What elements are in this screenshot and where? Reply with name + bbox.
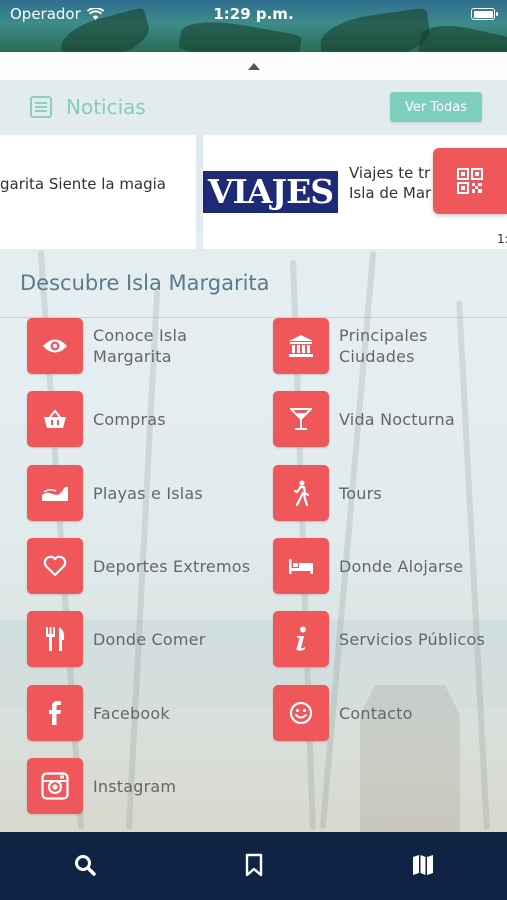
menu-button[interactable] — [27, 391, 83, 447]
menu-item-label: Facebook — [93, 703, 170, 723]
view-all-button[interactable]: Ver Todas — [390, 92, 482, 122]
news-overflow-text: 1: — [497, 232, 507, 246]
menu-item-facebook[interactable]: Facebook — [27, 685, 170, 741]
menu-button[interactable] — [27, 538, 83, 594]
menu-item-label: Donde Alojarse — [339, 556, 464, 576]
menu-item-deportes[interactable]: Deportes Extremos — [27, 538, 250, 594]
walking-icon — [293, 480, 310, 506]
menu-item-label: Principales Ciudades — [339, 325, 428, 367]
menu-item-label: Vida Nocturna — [339, 409, 455, 429]
battery-icon — [471, 8, 498, 20]
bottom-tab-bar — [0, 832, 507, 900]
menu-item-label: Playas e Islas — [93, 483, 203, 503]
menu-button[interactable] — [273, 538, 329, 594]
news-header: Noticias Ver Todas — [0, 80, 507, 135]
menu-button[interactable] — [27, 685, 83, 741]
menu-item-playas[interactable]: Playas e Islas — [27, 465, 203, 521]
news-card-text: Viajes te tr Isla de Mar — [349, 163, 431, 203]
status-bar: Operador 1:29 p.m. — [0, 0, 507, 52]
bookmark-icon — [245, 853, 263, 877]
menu-item-tours[interactable]: Tours — [273, 465, 382, 521]
menu-item-vida-nocturna[interactable]: Vida Nocturna — [273, 391, 455, 447]
menu-item-label: Conoce Isla Margarita — [93, 325, 187, 367]
collapse-handle[interactable] — [0, 52, 507, 80]
label-line1: Conoce Isla — [93, 326, 188, 345]
search-icon — [75, 855, 96, 876]
news-card-text: garita Siente la magia — [0, 175, 167, 193]
news-card-text-line1: Viajes te tr — [349, 164, 431, 182]
menu-item-label: Instagram — [93, 776, 177, 796]
wave-icon — [42, 486, 68, 501]
menu-item-label: Deportes Extremos — [93, 556, 251, 576]
qr-scan-button[interactable] — [433, 148, 507, 214]
bed-icon — [289, 559, 313, 574]
menu-button[interactable] — [27, 318, 83, 374]
section-title: Descubre Isla Margarita — [20, 271, 270, 295]
menu-item-compras[interactable]: Compras — [27, 391, 166, 447]
menu-button[interactable] — [27, 465, 83, 521]
newspaper-icon — [30, 96, 52, 118]
building-icon — [289, 335, 313, 357]
cutlery-icon — [46, 627, 65, 651]
instagram-icon — [41, 772, 69, 800]
menu-item-label: Contacto — [339, 703, 413, 723]
menu-button[interactable] — [273, 611, 329, 667]
menu-button[interactable] — [273, 685, 329, 741]
facebook-icon — [49, 701, 61, 725]
map-icon — [413, 855, 433, 875]
menu-item-contacto[interactable]: Contacto — [273, 685, 413, 741]
basket-icon — [44, 409, 66, 428]
tab-map[interactable] — [408, 850, 438, 880]
menu-item-label: Compras — [93, 409, 166, 429]
news-card-logo: VIAJES — [203, 171, 338, 213]
menu-item-label: Servicios Públicos — [339, 629, 486, 649]
smile-icon — [289, 701, 313, 725]
menu-button[interactable] — [273, 318, 329, 374]
label-line2: Margarita — [93, 347, 172, 366]
menu-item-servicios[interactable]: Servicios Públicos — [273, 611, 485, 667]
news-title: Noticias — [66, 95, 146, 119]
menu-item-conoce[interactable]: Conoce Isla Margarita — [27, 318, 187, 374]
label-line1: Principales — [339, 326, 428, 345]
menu-item-alojarse[interactable]: Donde Alojarse — [273, 538, 463, 594]
menu-item-instagram[interactable]: Instagram — [27, 758, 176, 814]
heart-icon — [43, 555, 67, 577]
menu-button[interactable] — [27, 611, 83, 667]
label-line2: Ciudades — [339, 347, 415, 366]
menu-button[interactable] — [273, 465, 329, 521]
menu-item-label: Donde Comer — [93, 629, 206, 649]
menu-button[interactable] — [27, 758, 83, 814]
tab-bookmarks[interactable] — [239, 850, 269, 880]
news-carousel[interactable]: garita Siente la magia VIAJES Viajes te … — [0, 135, 507, 251]
qrcode-icon — [457, 168, 483, 194]
tab-search[interactable] — [70, 850, 100, 880]
news-card-text-line2: Isla de Mar — [349, 184, 432, 202]
cocktail-icon — [290, 408, 312, 430]
menu-button[interactable] — [273, 391, 329, 447]
news-card[interactable]: garita Siente la magia — [0, 135, 196, 249]
menu-item-label: Tours — [339, 483, 382, 503]
info-icon — [296, 626, 306, 651]
menu-item-comer[interactable]: Donde Comer — [27, 611, 206, 667]
caret-up-icon — [247, 62, 260, 70]
clock: 1:29 p.m. — [213, 5, 294, 23]
eye-icon — [43, 339, 67, 353]
menu-item-ciudades[interactable]: Principales Ciudades — [273, 318, 428, 374]
